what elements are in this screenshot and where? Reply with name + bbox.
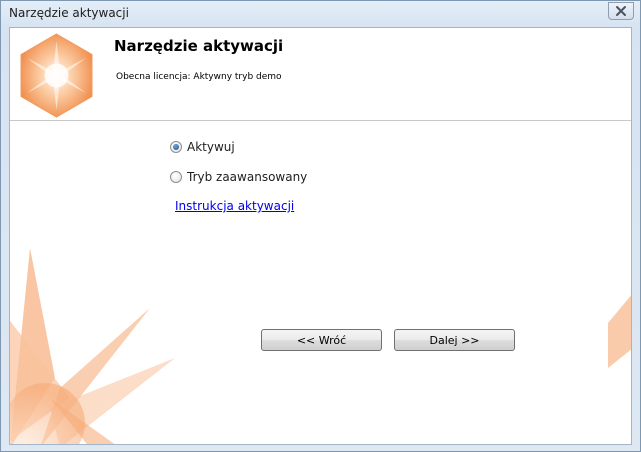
radio-activate[interactable] (170, 141, 182, 153)
next-button[interactable]: Dalej >> (394, 329, 515, 351)
app-logo-icon (20, 33, 93, 118)
close-icon (616, 6, 626, 16)
back-button[interactable]: << Wróć (261, 329, 382, 351)
corner-decoration-icon (608, 295, 631, 368)
activation-instructions-link[interactable]: Instrukcja aktywacji (175, 199, 294, 213)
window-title: Narzędzie aktywacji (9, 6, 129, 20)
radio-advanced-mode[interactable] (170, 171, 182, 183)
header-divider (10, 120, 631, 121)
header-title: Narzędzie aktywacji (114, 37, 284, 55)
option-advanced-mode[interactable]: Tryb zaawansowany (170, 170, 307, 184)
activation-window: Narzędzie aktywacji Narzędzie aktywacji … (0, 0, 641, 452)
option-activate[interactable]: Aktywuj (170, 140, 235, 154)
starburst-decoration-icon (10, 248, 175, 444)
license-status-text: Obecna licencja: Aktywny tryb demo (116, 72, 282, 82)
option-advanced-mode-label: Tryb zaawansowany (187, 170, 308, 184)
close-button[interactable] (608, 2, 634, 20)
option-activate-label: Aktywuj (187, 140, 235, 154)
title-bar: Narzędzie aktywacji (1, 1, 640, 27)
client-area: Narzędzie aktywacji Obecna licencja: Akt… (9, 27, 632, 445)
